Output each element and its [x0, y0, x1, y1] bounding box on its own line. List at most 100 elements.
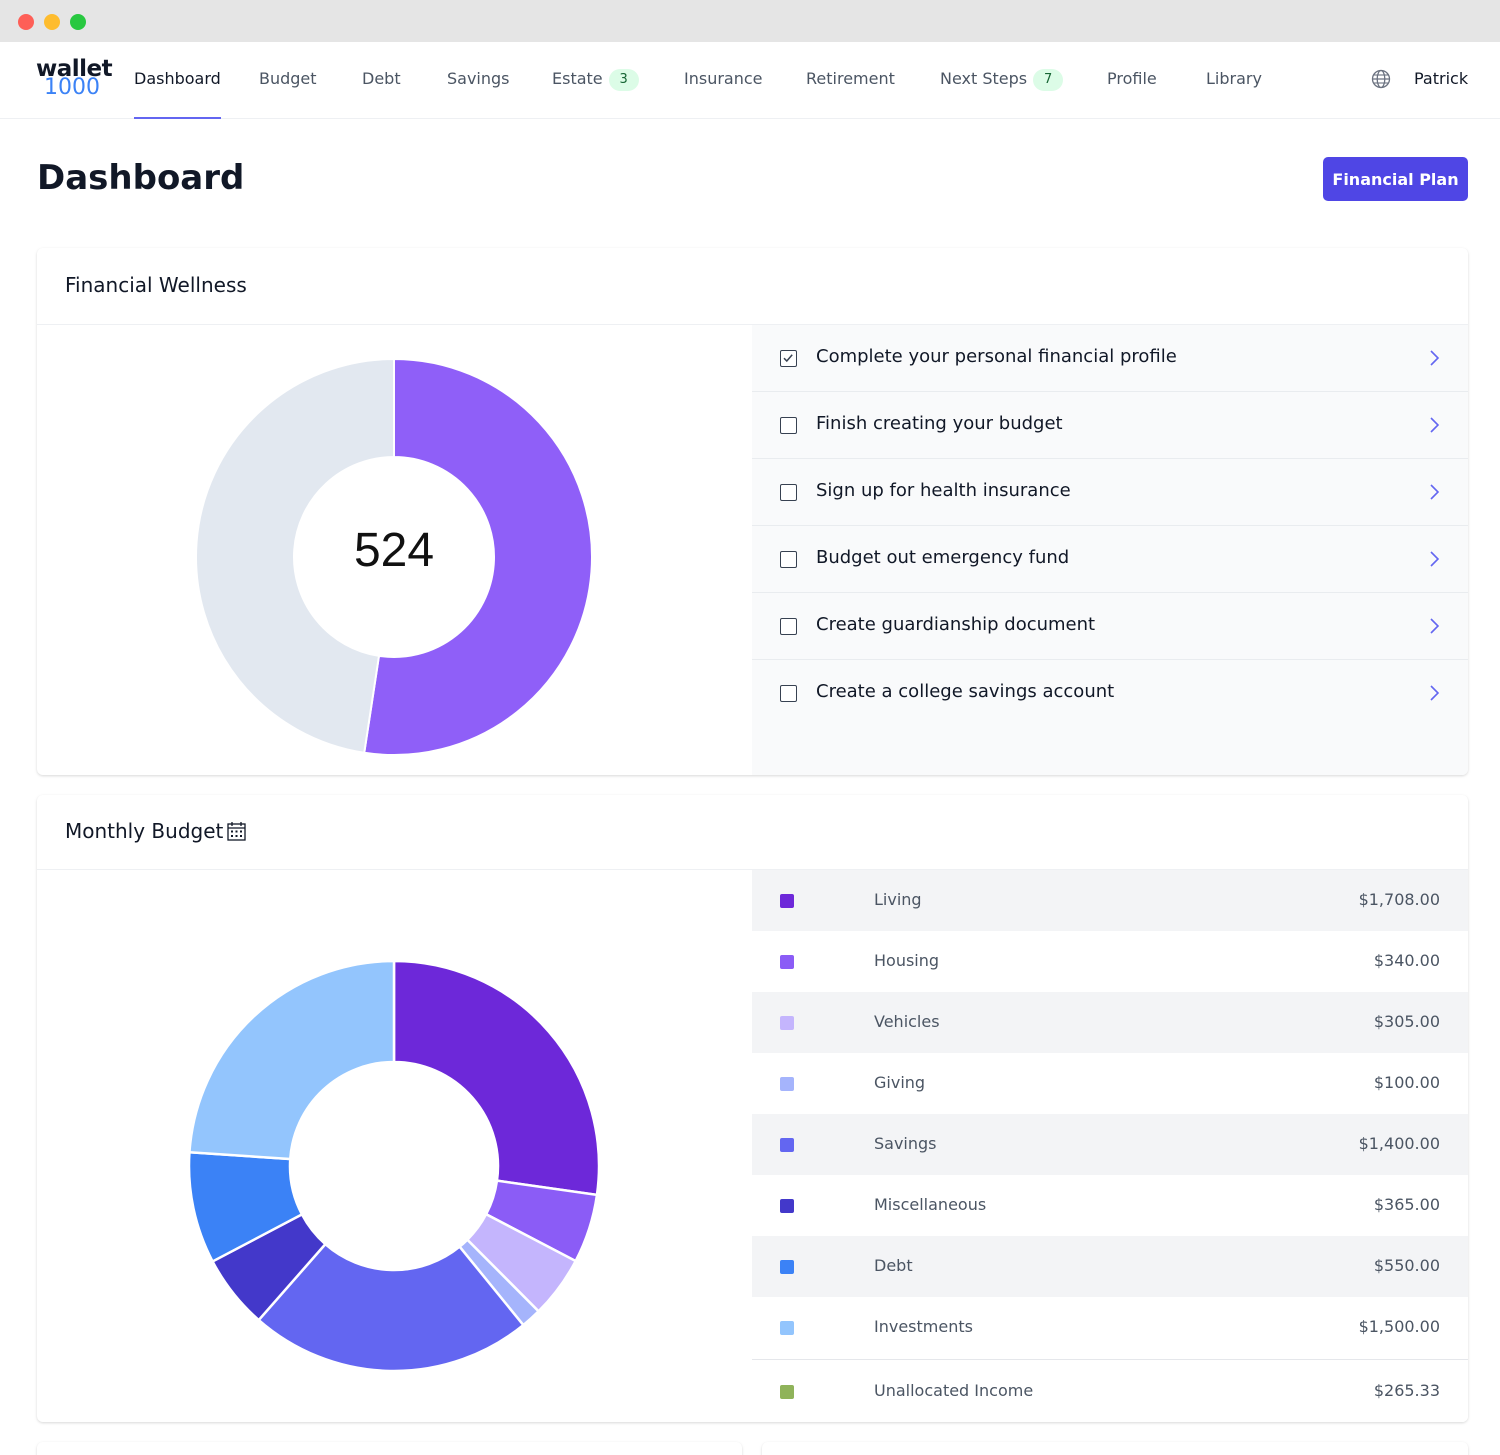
nav-debt-label: Debt [362, 69, 401, 88]
chevron-right-icon[interactable] [1428, 550, 1440, 568]
monthly-budget-donut-chart [187, 959, 601, 1373]
financial-wellness-card: Financial Wellness 524 Complete your per… [37, 248, 1468, 775]
task-emergency-fund[interactable]: Budget out emergency fund [752, 526, 1468, 593]
nav-budget[interactable]: Budget [259, 69, 317, 119]
monthly-budget-title: Monthly Budget [65, 819, 247, 843]
task-guardianship[interactable]: Create guardianship document [752, 593, 1468, 660]
nav-dashboard[interactable]: Dashboard [134, 69, 221, 119]
nav-savings-label: Savings [447, 69, 510, 88]
budget-category-amount: $1,708.00 [1358, 890, 1440, 909]
monthly-budget-card: Monthly Budget Living $1,708.00 Housing … [37, 795, 1468, 1422]
budget-row-giving[interactable]: Giving $100.00 [752, 1053, 1468, 1114]
nav-debt[interactable]: Debt [362, 69, 401, 119]
task-label: Sign up for health insurance [816, 480, 1071, 501]
legend-swatch [780, 955, 794, 969]
task-checkbox[interactable] [780, 618, 797, 635]
page-title: Dashboard [37, 158, 245, 198]
budget-category-label: Debt [874, 1256, 913, 1275]
maximize-window-button[interactable] [70, 14, 86, 30]
unallocated-income-label: Unallocated Income [874, 1381, 1034, 1400]
task-checkbox[interactable] [780, 417, 797, 434]
nav-insurance[interactable]: Insurance [684, 69, 763, 119]
task-health-insurance[interactable]: Sign up for health insurance [752, 459, 1468, 526]
task-checkbox-checked[interactable] [780, 350, 797, 367]
legend-swatch [780, 1138, 794, 1152]
task-finish-budget[interactable]: Finish creating your budget [752, 392, 1468, 459]
budget-row-living[interactable]: Living $1,708.00 [752, 870, 1468, 931]
budget-category-label: Miscellaneous [874, 1195, 987, 1214]
budget-row-unallocated-income[interactable]: Unallocated Income $265.33 [752, 1359, 1468, 1422]
budget-row-vehicles[interactable]: Vehicles $305.00 [752, 992, 1468, 1053]
wellness-task-list: Complete your personal financial profile… [752, 325, 1468, 775]
budget-category-amount: $1,500.00 [1358, 1317, 1440, 1336]
budget-category-amount: $1,400.00 [1358, 1134, 1440, 1153]
nav-insurance-label: Insurance [684, 69, 763, 88]
task-checkbox[interactable] [780, 685, 797, 702]
chevron-right-icon[interactable] [1428, 416, 1440, 434]
nav-profile-label: Profile [1107, 69, 1157, 88]
nav-next-steps[interactable]: Next Steps 7 [940, 69, 1064, 119]
nav-retirement-label: Retirement [806, 69, 895, 88]
legend-swatch [780, 1199, 794, 1213]
next-card-left [37, 1442, 742, 1455]
next-card-right [762, 1442, 1468, 1455]
budget-category-label: Savings [874, 1134, 937, 1153]
legend-swatch [780, 1260, 794, 1274]
budget-category-label: Giving [874, 1073, 926, 1092]
monthly-budget-title-text: Monthly Budget [65, 819, 224, 843]
chevron-right-icon[interactable] [1428, 483, 1440, 501]
task-complete-profile[interactable]: Complete your personal financial profile [752, 325, 1468, 392]
budget-slice-living[interactable] [392, 959, 601, 1197]
monthly-budget-header: Monthly Budget [37, 795, 1468, 870]
close-window-button[interactable] [18, 14, 34, 30]
globe-icon[interactable] [1371, 69, 1391, 89]
nav-library[interactable]: Library [1206, 69, 1262, 119]
chevron-right-icon[interactable] [1428, 684, 1440, 702]
budget-row-housing[interactable]: Housing $340.00 [752, 931, 1468, 992]
budget-category-amount: $365.00 [1373, 1195, 1440, 1214]
legend-swatch [780, 1385, 794, 1399]
legend-swatch [780, 1321, 794, 1335]
task-label: Complete your personal financial profile [816, 346, 1177, 367]
calendar-icon[interactable] [227, 821, 247, 841]
user-menu[interactable]: Patrick [1414, 69, 1468, 88]
next-steps-count-badge: 7 [1033, 69, 1064, 91]
legend-swatch [780, 1016, 794, 1030]
budget-category-label: Living [874, 890, 922, 909]
window-titlebar [0, 0, 1500, 42]
nav-budget-label: Budget [259, 69, 317, 88]
legend-swatch [780, 1077, 794, 1091]
financial-plan-button[interactable]: Financial Plan [1323, 157, 1468, 201]
task-checkbox[interactable] [780, 551, 797, 568]
app: wallet 1000 Dashboard Budget Debt Saving… [0, 42, 1500, 1455]
logo[interactable]: wallet 1000 [36, 58, 113, 99]
budget-category-amount: $305.00 [1373, 1012, 1440, 1031]
legend-swatch [780, 894, 794, 908]
budget-row-savings[interactable]: Savings $1,400.00 [752, 1114, 1468, 1175]
minimize-window-button[interactable] [44, 14, 60, 30]
nav-estate-label: Estate [552, 69, 603, 88]
checkmark-icon [783, 354, 793, 363]
budget-category-list: Living $1,708.00 Housing $340.00 Vehicle… [752, 870, 1468, 1422]
nav-next-steps-label: Next Steps [940, 69, 1028, 88]
budget-slice-investments[interactable] [188, 959, 396, 1161]
top-navbar: wallet 1000 Dashboard Budget Debt Saving… [0, 42, 1500, 119]
nav-estate[interactable]: Estate 3 [552, 69, 639, 119]
task-label: Budget out emergency fund [816, 547, 1070, 568]
chevron-right-icon[interactable] [1428, 617, 1440, 635]
nav-savings[interactable]: Savings [447, 69, 510, 119]
nav-retirement[interactable]: Retirement [806, 69, 895, 119]
budget-row-miscellaneous[interactable]: Miscellaneous $365.00 [752, 1175, 1468, 1236]
chevron-right-icon[interactable] [1428, 349, 1440, 367]
task-college-savings[interactable]: Create a college savings account [752, 660, 1468, 727]
unallocated-income-amount: $265.33 [1373, 1381, 1440, 1400]
budget-category-label: Vehicles [874, 1012, 940, 1031]
budget-row-investments[interactable]: Investments $1,500.00 [752, 1297, 1468, 1358]
task-checkbox[interactable] [780, 484, 797, 501]
financial-wellness-header: Financial Wellness [37, 248, 1468, 325]
nav-profile[interactable]: Profile [1107, 69, 1157, 119]
budget-category-amount: $340.00 [1373, 951, 1440, 970]
budget-row-debt[interactable]: Debt $550.00 [752, 1236, 1468, 1297]
budget-category-label: Housing [874, 951, 940, 970]
task-label: Create a college savings account [816, 681, 1115, 702]
